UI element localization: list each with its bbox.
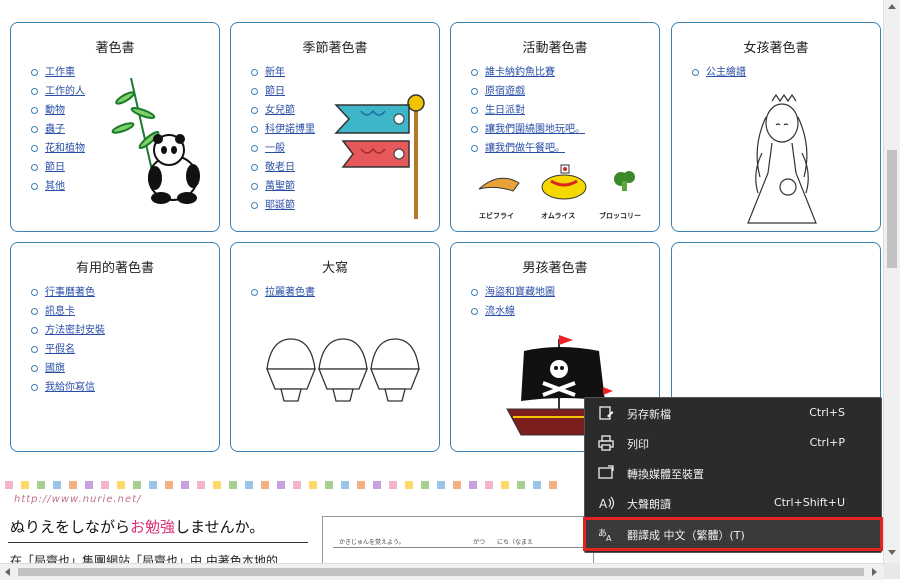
list-item[interactable]: 我給你寫信 [31, 378, 105, 397]
list-item[interactable]: 讓我們圍繞園地玩吧。 [471, 120, 585, 139]
card-title: 有用的著色書 [75, 261, 154, 276]
site-url-watermark: http://www.nurie.net/ [14, 494, 142, 505]
divider [8, 542, 308, 543]
horizontal-scrollbar[interactable] [0, 563, 884, 580]
list-item[interactable]: 節日 [31, 158, 85, 177]
list-item[interactable]: 平假名 [31, 340, 105, 359]
card-title: 男孩著色書 [522, 261, 588, 276]
food-label-broccoli: ブロッコリー [599, 212, 641, 220]
list-item[interactable]: 科伊諾博里 [251, 120, 315, 139]
carp-streamer-illustration [334, 94, 425, 219]
read-aloud-icon: A [599, 496, 614, 511]
colored-dot-divider [5, 481, 585, 489]
list-item[interactable]: 訊息卡 [31, 302, 105, 321]
menu-item-print[interactable]: 列印 Ctrl+P [585, 428, 881, 458]
save-as-icon [599, 406, 614, 420]
list-item[interactable]: 花和植物 [31, 139, 85, 158]
card-title: 大寫 [321, 261, 348, 276]
list-item[interactable]: 海盜和寶藏地圖 [471, 283, 555, 302]
list-item[interactable]: 方法密封安裝 [31, 321, 105, 340]
scroll-right-icon[interactable] [872, 568, 877, 576]
panda-bamboo-illustration [111, 78, 200, 204]
context-menu: 另存新檔 Ctrl+S 列印 Ctrl+P 轉換媒體至裝置 A 大聲朗讀 Ctr… [583, 397, 883, 553]
scrollbar-thumb[interactable] [18, 568, 864, 576]
food-label-omurice: オムライス [541, 212, 576, 220]
worksheet-header: かきじゅんを覚えよう。 [339, 539, 405, 546]
list-item[interactable]: 工作車 [31, 63, 85, 82]
list-item[interactable]: 生日派對 [471, 101, 585, 120]
scrollbar-thumb[interactable] [887, 150, 897, 268]
scroll-down-icon[interactable] [888, 550, 896, 555]
list-item[interactable]: 流水線 [471, 302, 555, 321]
list-item[interactable]: 拉麗著色書 [251, 283, 315, 302]
list-item[interactable]: 誰卡納釣魚比賽 [471, 63, 585, 82]
worksheet-date-name: がつ にち（なまえ [473, 539, 534, 546]
list-item[interactable]: 動物 [31, 101, 85, 120]
scrollbar-corner [884, 563, 900, 579]
shaved-ice-illustration [266, 338, 420, 402]
card-title: 季節著色書 [302, 41, 368, 56]
list-item[interactable]: 國旗 [31, 359, 105, 378]
list-item[interactable]: 女兒節 [251, 101, 315, 120]
scroll-up-icon[interactable] [888, 4, 896, 9]
translate-icon: あA [598, 528, 612, 542]
svg-text:A: A [606, 534, 612, 542]
list-item[interactable]: 公主繪譜 [692, 63, 746, 82]
list-item[interactable]: 讓我們做午餐吧。 [471, 139, 585, 158]
card-activity-coloring: 活動著色書 誰卡納釣魚比賽 原宿遊戲 生日派對 讓我們圍繞園地玩吧。 讓我們做午… [450, 22, 660, 232]
list-item[interactable]: 行事曆著色 [31, 283, 105, 302]
list-item[interactable]: 蟲子 [31, 120, 85, 139]
list-item[interactable]: 萬聖節 [251, 177, 315, 196]
food-label-fried-shrimp: エビフライ [479, 212, 514, 220]
card-useful-coloring: 有用的著色書 行事曆著色 訊息卡 方法密封安裝 平假名 國旗 我給你寫信 [10, 242, 220, 452]
svg-text:A: A [599, 497, 608, 511]
card-title: 女孩著色書 [743, 41, 809, 56]
list-item[interactable]: 工作的人 [31, 82, 85, 101]
list-item[interactable]: 其他 [31, 177, 85, 196]
promo-heading: ぬりえをしながらお勉強しませんか。 [10, 518, 265, 536]
card-coloring-books: 著色書 工作車 工作的人 動物 蟲子 花和植物 節日 其他 [10, 22, 220, 232]
list-item[interactable]: 原宿遊戲 [471, 82, 585, 101]
list-item[interactable]: 耶誕節 [251, 196, 315, 215]
scroll-left-icon[interactable] [5, 568, 10, 576]
cast-icon [598, 465, 614, 479]
vertical-scrollbar[interactable] [883, 0, 900, 563]
menu-item-translate[interactable]: あA 翻譯成 中文（繁體）(T) [583, 517, 883, 551]
menu-item-save-as[interactable]: 另存新檔 Ctrl+S [585, 398, 881, 428]
card-uppercase: 大寫 拉麗著色書 [230, 242, 440, 452]
card-title: 活動著色書 [522, 41, 588, 56]
list-item[interactable]: 節日 [251, 82, 315, 101]
list-item[interactable]: 敬老日 [251, 158, 315, 177]
list-item[interactable]: 一般 [251, 139, 315, 158]
menu-item-read-aloud[interactable]: A 大聲朗讀 Ctrl+Shift+U [585, 488, 881, 518]
princess-illustration [747, 93, 817, 224]
food-illustration [478, 164, 635, 200]
card-title: 著色書 [95, 41, 135, 56]
print-icon [598, 435, 614, 451]
list-item[interactable]: 新年 [251, 63, 315, 82]
card-seasonal-coloring: 季節著色書 新年 節日 女兒節 科伊諾博里 一般 敬老日 萬聖節 耶誕節 [230, 22, 440, 232]
menu-item-cast-media[interactable]: 轉換媒體至裝置 [585, 458, 881, 488]
card-girls-coloring: 女孩著色書 公主繪譜 [671, 22, 881, 232]
